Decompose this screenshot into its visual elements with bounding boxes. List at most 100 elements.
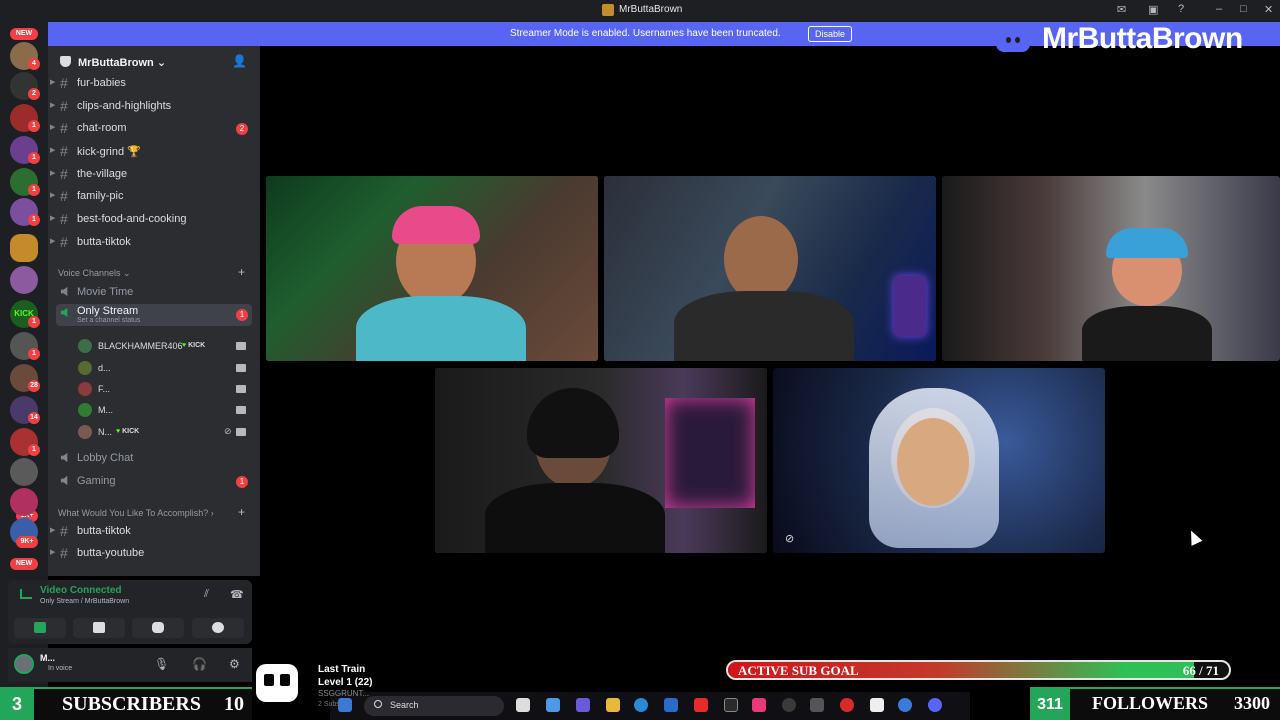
- activities-button[interactable]: [132, 618, 184, 638]
- voice-status-subtitle[interactable]: Only Stream / MrButtaBrown: [40, 598, 129, 605]
- taskbar: Search: [330, 692, 970, 720]
- participant-body: [1082, 306, 1212, 361]
- video-tile[interactable]: [942, 176, 1280, 361]
- hash-icon: #: [60, 143, 68, 159]
- chevron-right-icon: ▶: [50, 549, 56, 556]
- channel-label: Only Stream: [77, 305, 139, 317]
- headphones: [1106, 228, 1188, 258]
- disconnect-icon[interactable]: ☎: [230, 588, 244, 601]
- app-icon[interactable]: [810, 698, 824, 712]
- noise-suppression-icon[interactable]: ⫽: [204, 588, 209, 601]
- task-view-icon[interactable]: [516, 698, 530, 712]
- channel-butta-youtube[interactable]: ▶ # butta-youtube: [48, 544, 260, 564]
- channel-fur-babies[interactable]: ▶ # fur-babies: [48, 74, 260, 94]
- channel-clips-and-highlights[interactable]: ▶ # clips-and-highlights: [48, 97, 260, 117]
- voice-member[interactable]: N... ♥ KICK ⊘: [78, 423, 248, 443]
- app-icon[interactable]: [576, 698, 590, 712]
- close-icon[interactable]: ✕: [1264, 3, 1273, 16]
- channel-the-village[interactable]: ▶ # the-village: [48, 165, 260, 185]
- server-icon[interactable]: [10, 488, 38, 516]
- obs-icon[interactable]: [782, 698, 796, 712]
- edge-icon[interactable]: [634, 698, 648, 712]
- avatar[interactable]: [14, 654, 34, 674]
- chevron-right-icon: ▶: [50, 192, 56, 199]
- voice-member[interactable]: d...: [78, 359, 248, 379]
- channel-kick-grind[interactable]: ▶ # kick-grind 🏆: [48, 142, 260, 162]
- chevron-right-icon: ▶: [50, 238, 56, 245]
- hash-icon: #: [60, 98, 68, 114]
- channel-best-food-and-cooking[interactable]: ▶ # best-food-and-cooking: [48, 210, 260, 230]
- store-icon[interactable]: [664, 698, 678, 712]
- kick-tag: ♥ KICK: [116, 428, 140, 435]
- avatar: [78, 361, 92, 375]
- voice-connected-panel: Video Connected Only Stream / MrButtaBro…: [8, 580, 252, 644]
- youtube-icon[interactable]: [694, 698, 708, 712]
- capcut-icon[interactable]: [870, 698, 884, 712]
- inbox-icon[interactable]: ✉: [1117, 3, 1126, 16]
- camera-button[interactable]: [14, 618, 66, 638]
- pc-case: [894, 276, 926, 336]
- voice-member[interactable]: BLACKHAMMER406 ♥ KICK: [78, 337, 248, 357]
- tiktok-icon[interactable]: [752, 698, 766, 712]
- help-icon[interactable]: ?: [1178, 3, 1184, 15]
- discord-taskbar-icon[interactable]: [928, 698, 942, 712]
- user-status: In voice: [48, 665, 73, 672]
- server-badge: 1: [28, 316, 40, 328]
- camera-icon: [236, 428, 246, 436]
- video-tile[interactable]: [435, 368, 767, 553]
- settings-gear-icon[interactable]: ⚙: [229, 657, 240, 671]
- channel-family-pic[interactable]: ▶ # family-pic: [48, 187, 260, 207]
- video-tile[interactable]: ⊘: [773, 368, 1105, 553]
- hash-icon: #: [60, 523, 68, 539]
- voice-channel-lobby-chat[interactable]: Lobby Chat: [48, 449, 260, 469]
- hash-icon: #: [60, 75, 68, 91]
- channel-chat-room[interactable]: ▶ # chat-room 2: [48, 119, 260, 139]
- file-explorer-icon[interactable]: [606, 698, 620, 712]
- brand-name: MrButtaBrown: [1042, 22, 1243, 55]
- screen-icon[interactable]: ▣: [1148, 3, 1158, 16]
- minimize-icon[interactable]: –: [1216, 3, 1222, 15]
- channel-status[interactable]: Set a channel status: [77, 317, 140, 324]
- category-accomplish[interactable]: What Would You Like To Accomplish? ›: [58, 508, 214, 518]
- server-icon-active[interactable]: [10, 234, 38, 262]
- chevron-right-icon: ▶: [50, 527, 56, 534]
- add-channel-icon[interactable]: +: [238, 265, 245, 279]
- screen-share-button[interactable]: [73, 618, 125, 638]
- voice-channel-only-stream[interactable]: Only Stream Set a channel status 1: [56, 304, 252, 326]
- shield-icon: [60, 56, 71, 67]
- avatar: [78, 403, 92, 417]
- voice-member[interactable]: M...: [78, 401, 248, 421]
- hash-icon: #: [60, 166, 68, 182]
- member-name: d...: [98, 363, 111, 373]
- maximize-icon[interactable]: □: [1240, 3, 1247, 15]
- app-icon[interactable]: [840, 698, 854, 712]
- terminal-icon[interactable]: [724, 698, 738, 712]
- headphones-icon[interactable]: 🎧: [192, 657, 207, 671]
- mouse-cursor: [1185, 528, 1203, 546]
- app-icon[interactable]: [546, 698, 560, 712]
- channel-butta-tiktok-2[interactable]: ▶ # butta-tiktok: [48, 522, 260, 542]
- voice-member[interactable]: F...: [78, 380, 248, 400]
- video-tile[interactable]: [604, 176, 936, 361]
- participant-body: [485, 483, 665, 553]
- channel-label: Gaming: [77, 475, 116, 487]
- sub-goal-label: ACTIVE SUB GOAL: [738, 663, 859, 678]
- server-icon[interactable]: [10, 266, 38, 294]
- add-channel-icon[interactable]: +: [238, 505, 245, 519]
- soundboard-button[interactable]: [192, 618, 244, 638]
- category-voice-channels[interactable]: Voice Channels ⌄: [58, 268, 131, 279]
- invite-icon[interactable]: 👤: [232, 54, 247, 68]
- channel-label: fur-babies: [77, 77, 126, 89]
- song-subs: 2 Subs: [318, 701, 340, 708]
- disable-button[interactable]: Disable: [808, 26, 853, 42]
- video-tile[interactable]: [266, 176, 598, 361]
- signal-icon[interactable]: [20, 589, 32, 599]
- server-icon[interactable]: [10, 458, 38, 486]
- voice-channel-gaming[interactable]: Gaming 1: [48, 472, 260, 492]
- voice-channel-movie-time[interactable]: Movie Time: [48, 283, 260, 303]
- app-icon[interactable]: [898, 698, 912, 712]
- server-badge: 14: [28, 412, 40, 424]
- member-name: M...: [98, 405, 113, 415]
- microphone-icon[interactable]: 🎙: [154, 657, 169, 671]
- channel-butta-tiktok[interactable]: ▶ # butta-tiktok: [48, 233, 260, 253]
